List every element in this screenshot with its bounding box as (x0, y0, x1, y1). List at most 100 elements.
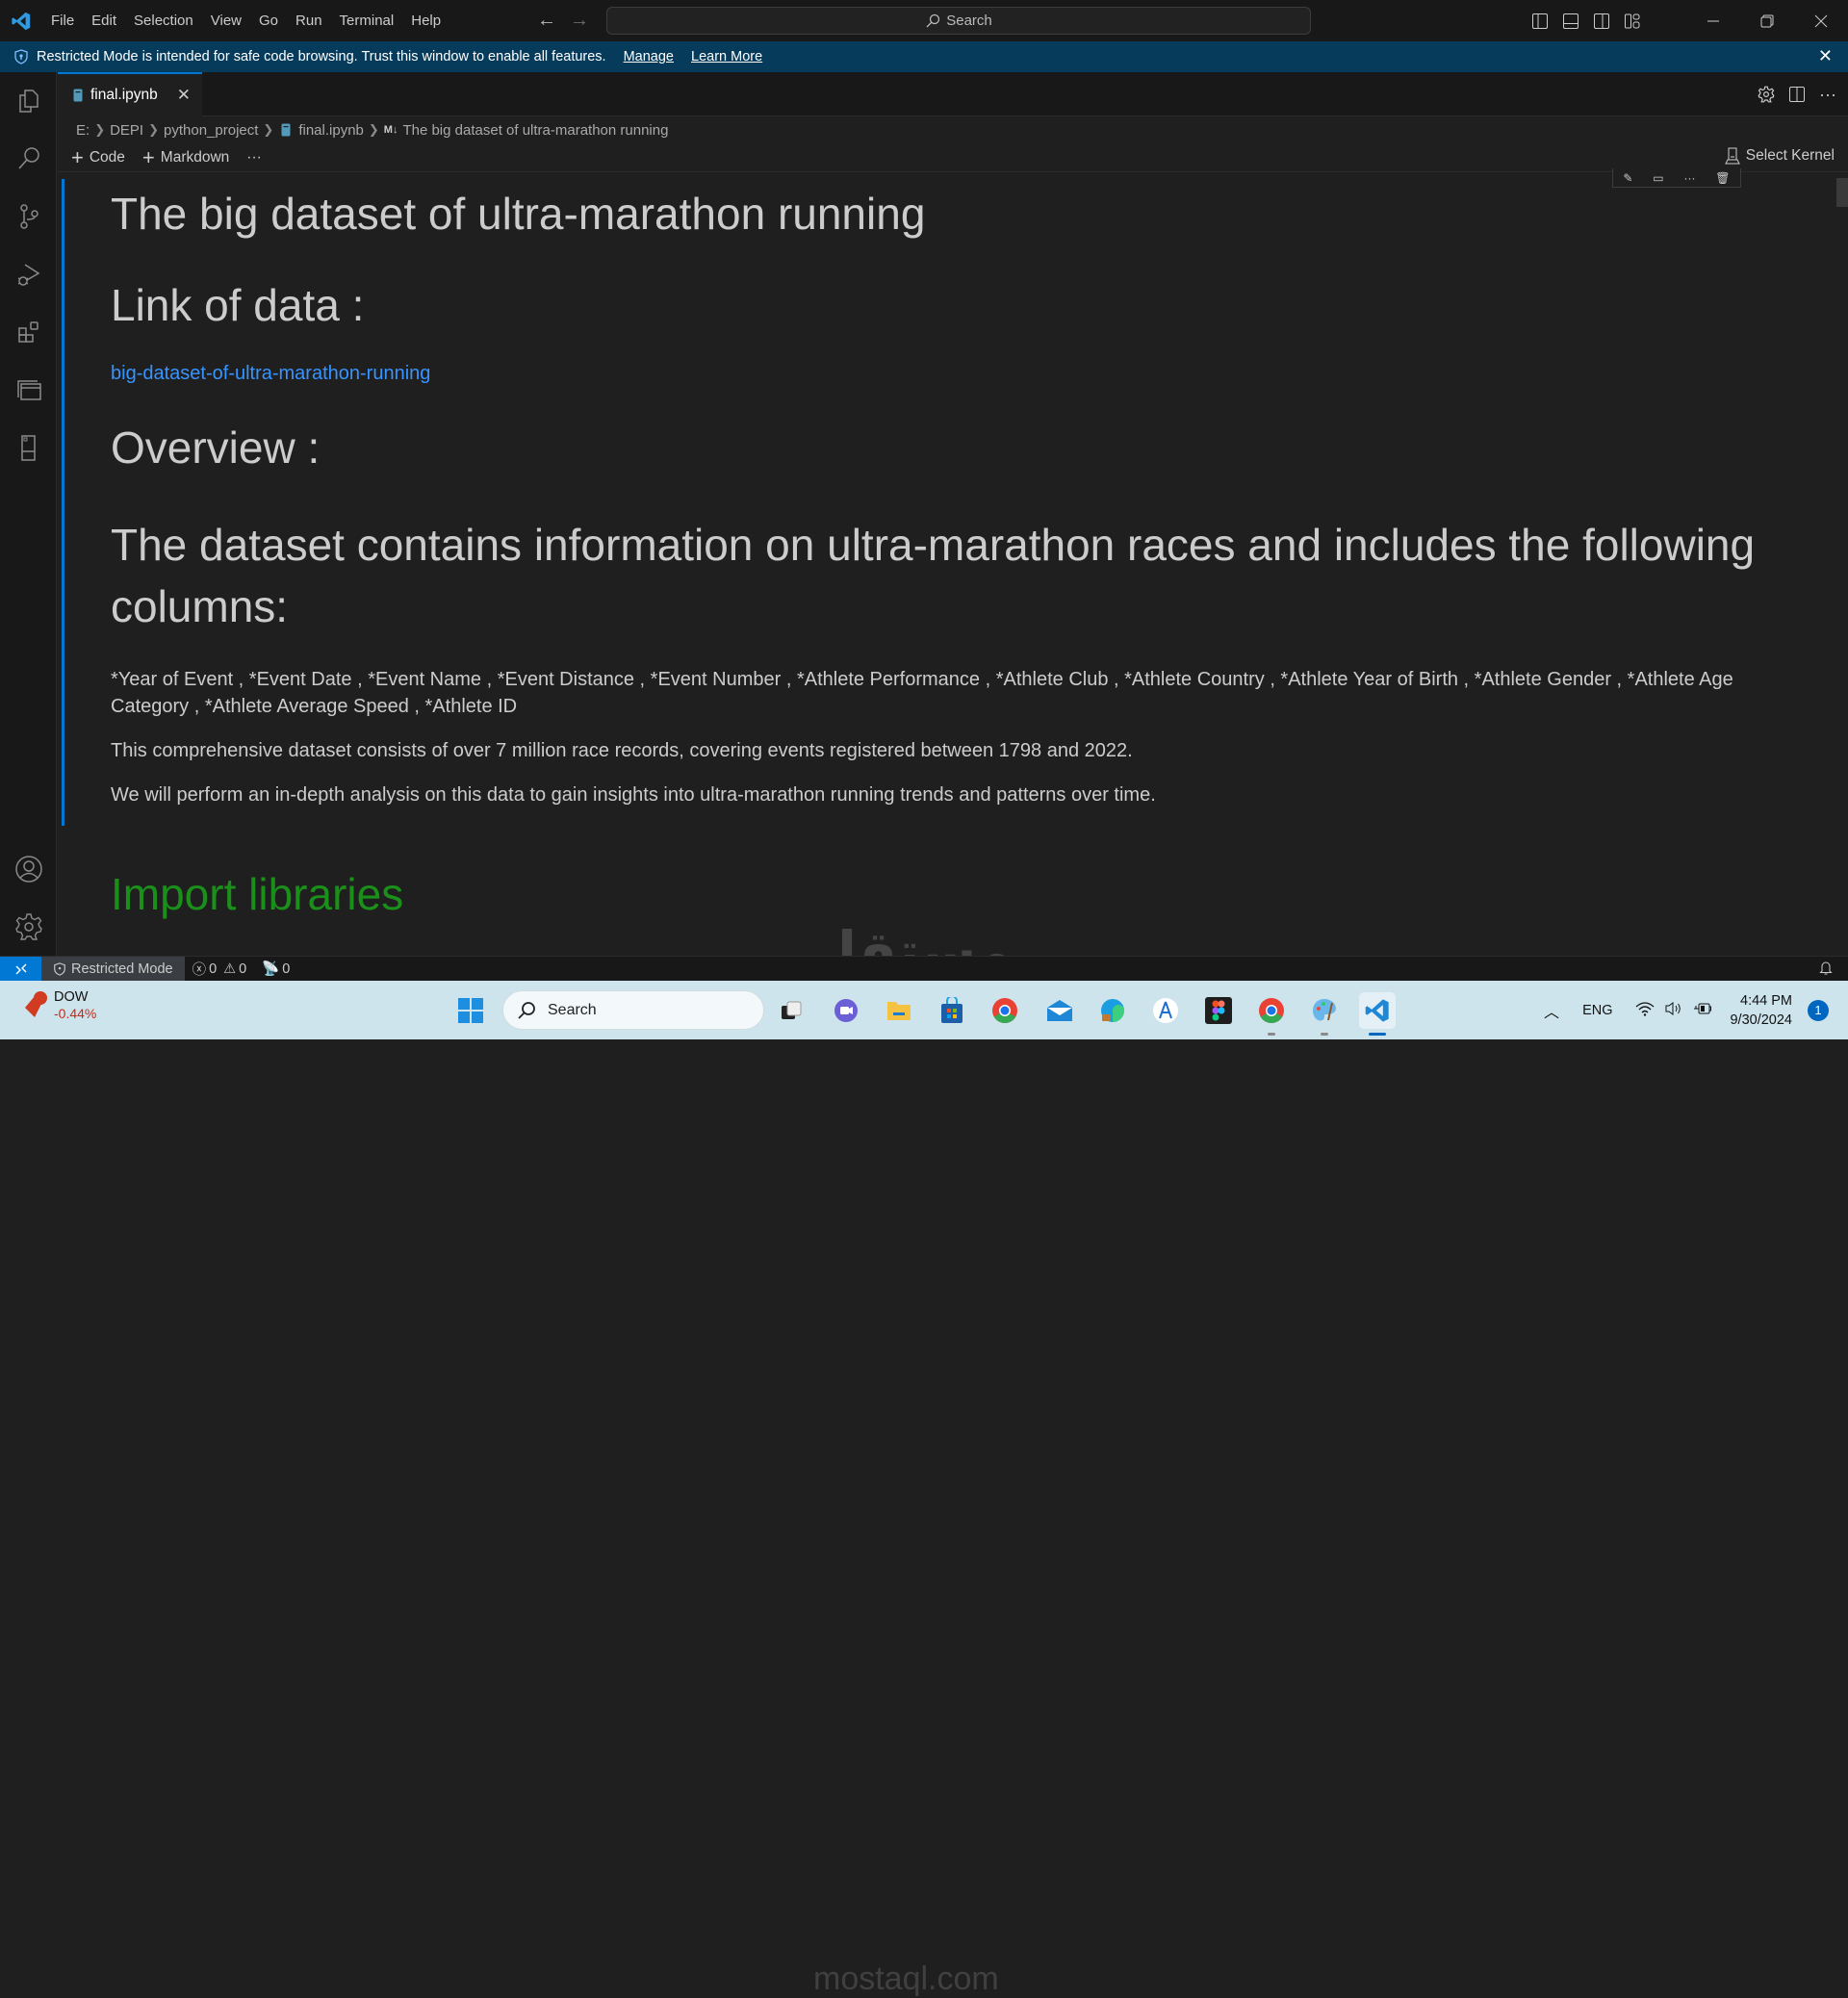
forward-arrow-icon[interactable]: → (570, 10, 589, 32)
remote-indicator-icon[interactable] (0, 956, 41, 982)
toggle-secondary-sidebar-icon[interactable] (1586, 0, 1617, 41)
show-hidden-icons-chevron-icon[interactable]: ︿ (1544, 999, 1559, 1022)
split-editor-icon[interactable] (1788, 86, 1806, 103)
add-markdown-label: Markdown (160, 148, 230, 166)
breadcrumb-folder-python-project[interactable]: python_project (164, 122, 258, 139)
notifications-bell-icon[interactable] (1819, 961, 1833, 980)
error-count: 0 (209, 961, 218, 977)
accounts-icon[interactable] (0, 840, 57, 898)
broadcast-icon: 📡 (262, 961, 280, 977)
scrollbar-thumb[interactable] (1836, 178, 1848, 207)
minimize-button[interactable] (1686, 0, 1740, 41)
menu-file[interactable]: File (42, 0, 83, 41)
import-libraries-heading: Import libraries (111, 868, 404, 919)
toolbar-more-icon[interactable]: ··· (246, 149, 262, 166)
description-heading: The dataset contains information on ultr… (111, 519, 1756, 631)
command-center-search[interactable]: Search (606, 7, 1311, 35)
paint-icon[interactable] (1306, 992, 1343, 1036)
stocks-widget-icon (25, 991, 47, 1017)
shield-icon (54, 961, 65, 976)
battery-icon[interactable] (1693, 1001, 1712, 1020)
toggle-primary-sidebar-icon[interactable] (1525, 0, 1555, 41)
plus-icon: + (141, 144, 155, 169)
warning-count: 0 (239, 961, 247, 977)
manage-gear-icon[interactable] (0, 898, 57, 956)
close-window-button[interactable] (1794, 0, 1848, 41)
dataset-link[interactable]: big-dataset-of-ultra-marathon-running (111, 363, 1795, 385)
teams-chat-icon[interactable] (828, 992, 864, 1029)
tab-label: final.ipynb (90, 87, 158, 103)
ports-count: 0 (282, 961, 291, 977)
notification-center-badge[interactable]: 1 (1808, 999, 1829, 1021)
notebook-file-icon (281, 123, 291, 137)
problems-status[interactable]: ⓧ 0 ⚠ 0 (185, 959, 255, 979)
restricted-mode-banner: Restricted Mode is intended for safe cod… (0, 41, 1848, 72)
chevron-right-icon: ❯ (263, 122, 274, 137)
back-arrow-icon[interactable]: ← (537, 10, 556, 32)
stock-change: -0.44% (54, 1006, 97, 1021)
restricted-mode-label: Restricted Mode (71, 961, 173, 977)
menu-help[interactable]: Help (402, 0, 449, 41)
notebook-toolbar: + Code + Markdown ··· Select Kernel (58, 143, 1848, 172)
run-debug-icon[interactable] (0, 245, 57, 303)
microsoft-store-icon[interactable] (934, 992, 970, 1029)
language-indicator[interactable]: ENG (1582, 1003, 1612, 1018)
breadcrumb-drive[interactable]: E: (76, 122, 90, 139)
menu-bar: File Edit Selection View Go Run Terminal… (42, 0, 449, 41)
customize-layout-icon[interactable] (1617, 0, 1648, 41)
clock[interactable]: 4:44 PM 9/30/2024 (1730, 991, 1792, 1030)
breadcrumb: E: ❯ DEPI ❯ python_project ❯ final.ipynb… (58, 116, 1848, 143)
manage-link[interactable]: Manage (624, 49, 674, 64)
add-markdown-cell-button[interactable]: + Markdown (142, 145, 229, 170)
tab-final-ipynb[interactable]: final.ipynb ✕ (58, 72, 202, 116)
add-code-cell-button[interactable]: + Code (71, 145, 125, 170)
jupyter-panel-icon[interactable] (0, 419, 57, 476)
close-banner-icon[interactable]: ✕ (1818, 46, 1833, 66)
breadcrumb-file[interactable]: final.ipynb (298, 122, 364, 139)
stocks-widget[interactable]: DOW -0.44% (17, 988, 96, 1021)
extensions-icon[interactable] (0, 303, 57, 361)
source-control-icon[interactable] (0, 188, 57, 245)
menu-edit[interactable]: Edit (83, 0, 125, 41)
figma-icon[interactable] (1200, 992, 1237, 1029)
vscode-taskbar-icon[interactable] (1359, 992, 1396, 1036)
breadcrumb-folder-depi[interactable]: DEPI (110, 122, 143, 139)
menu-go[interactable]: Go (250, 0, 287, 41)
analysis-paragraph: We will perform an in-depth analysis on … (111, 783, 1156, 806)
learn-more-link[interactable]: Learn More (691, 49, 762, 64)
overview-heading: Overview : (111, 423, 321, 474)
select-kernel-button[interactable]: Select Kernel (1724, 147, 1835, 165)
volume-icon[interactable] (1664, 1001, 1683, 1020)
restore-button[interactable] (1740, 0, 1794, 41)
mail-icon[interactable] (1041, 992, 1078, 1029)
link-heading: Link of data : (111, 280, 365, 331)
edge-icon[interactable] (1094, 992, 1131, 1029)
tab-bar: final.ipynb ✕ ··· (58, 72, 1848, 116)
start-button[interactable] (457, 997, 484, 1029)
more-actions-icon[interactable]: ··· (1819, 85, 1836, 105)
plus-icon: + (71, 144, 84, 169)
watermark-latin: mostaql.com (813, 1960, 999, 1997)
toggle-panel-icon[interactable] (1555, 0, 1586, 41)
menu-run[interactable]: Run (287, 0, 331, 41)
file-explorer-icon[interactable] (881, 992, 917, 1029)
notebook-settings-gear-icon[interactable] (1758, 86, 1775, 103)
menu-selection[interactable]: Selection (125, 0, 202, 41)
close-tab-icon[interactable]: ✕ (177, 86, 191, 105)
stock-index-label: DOW (54, 989, 89, 1005)
explorer-icon[interactable] (0, 72, 57, 130)
menu-view[interactable]: View (202, 0, 250, 41)
taskbar-search[interactable]: Search (502, 990, 764, 1030)
search-icon[interactable] (0, 130, 57, 188)
wifi-icon[interactable] (1635, 1001, 1655, 1020)
breadcrumb-cell[interactable]: The big dataset of ultra-marathon runnin… (402, 122, 668, 139)
sketch-app-icon[interactable] (1147, 992, 1184, 1029)
restricted-mode-status[interactable]: Restricted Mode (41, 956, 185, 982)
chrome-icon[interactable] (987, 992, 1023, 1029)
ports-status[interactable]: 📡 0 (254, 961, 297, 978)
remote-explorer-icon[interactable] (0, 361, 57, 419)
chrome-icon[interactable] (1253, 992, 1290, 1036)
taskbar-search-label: Search (548, 1001, 597, 1018)
menu-terminal[interactable]: Terminal (331, 0, 403, 41)
task-view-icon[interactable] (773, 992, 809, 1029)
